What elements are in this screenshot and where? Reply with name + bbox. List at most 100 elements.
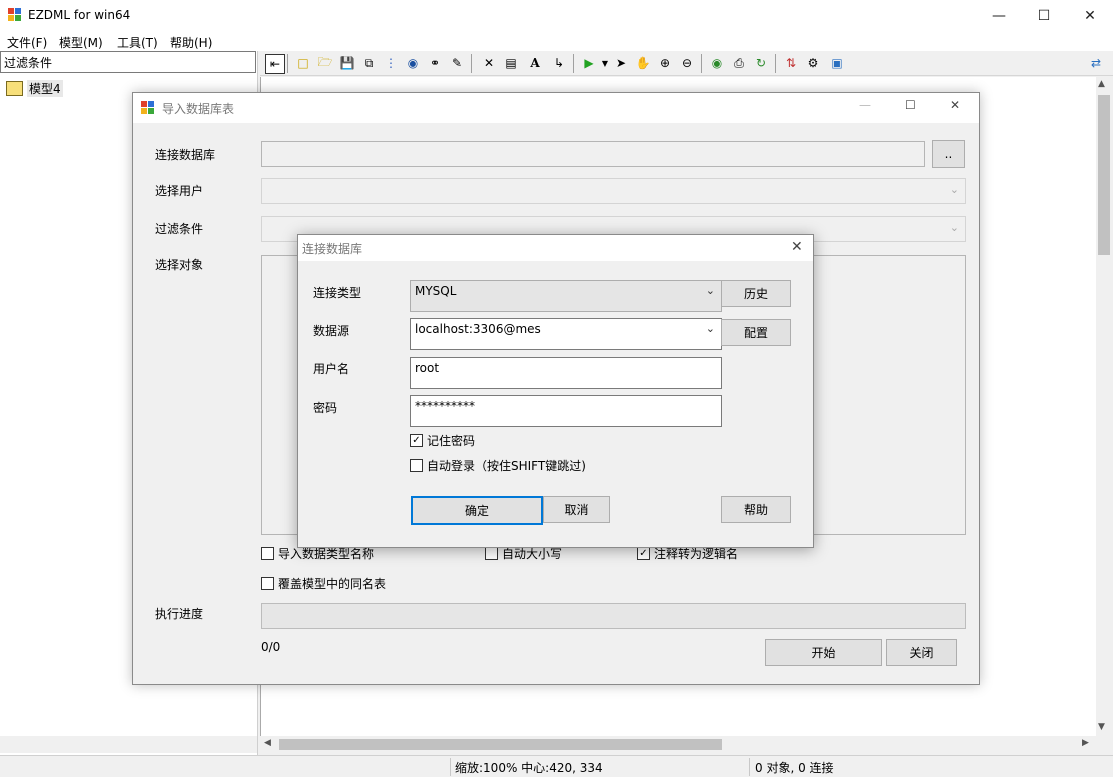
- chevron-down-icon: ⌄: [705, 284, 715, 297]
- horizontal-scroll-thumb[interactable]: [279, 739, 722, 750]
- conn-type-value: MYSQL: [415, 284, 457, 298]
- new-file-icon[interactable]: □: [294, 54, 312, 72]
- datasource-value: localhost:3306@mes: [415, 322, 541, 336]
- import-maximize-icon[interactable]: ☐: [905, 98, 916, 112]
- model-folder-icon: [6, 80, 23, 96]
- binoculars-icon[interactable]: ⚭: [426, 54, 444, 72]
- username-label: 用户名: [313, 362, 350, 376]
- auto-case-checkbox[interactable]: [485, 547, 498, 560]
- maximize-button[interactable]: ☐: [1021, 0, 1067, 31]
- scroll-down-icon[interactable]: ▼: [1098, 722, 1105, 732]
- panel-switch-icon[interactable]: ⇄: [1087, 54, 1105, 72]
- select-objects-label: 选择对象: [155, 258, 204, 272]
- menu-file[interactable]: 文件(F): [7, 34, 47, 51]
- password-label: 密码: [313, 401, 338, 415]
- connect-db-label: 连接数据库: [155, 148, 216, 162]
- browse-button[interactable]: ..: [932, 140, 965, 168]
- datasource-select[interactable]: localhost:3306@mes ⌄: [410, 318, 722, 350]
- preview-icon[interactable]: ◉: [708, 54, 726, 72]
- status-bar: 缩放:100% 中心:420, 334 0 对象, 0 连接: [0, 755, 1113, 777]
- menu-model[interactable]: 模型(M): [59, 34, 103, 51]
- config-button[interactable]: 配置: [721, 319, 791, 346]
- conn-type-select[interactable]: MYSQL ⌄: [410, 280, 722, 312]
- close-button[interactable]: 关闭: [886, 639, 957, 666]
- copy-icon[interactable]: ⧉: [360, 54, 378, 72]
- scroll-right-icon[interactable]: ▶: [1082, 738, 1089, 748]
- save-icon[interactable]: 💾: [338, 54, 356, 72]
- overwrite-option[interactable]: 覆盖模型中的同名表: [261, 575, 386, 592]
- select-user-label: 选择用户: [155, 184, 204, 198]
- cancel-button[interactable]: 取消: [543, 496, 610, 523]
- menu-bar: 文件(F) 模型(M) 工具(T) 帮助(H): [0, 31, 1113, 51]
- text-icon[interactable]: A: [526, 54, 544, 72]
- progress-count: 0/0: [261, 640, 281, 654]
- app-logo-icon: [8, 8, 22, 22]
- remember-password-option[interactable]: ✓ 记住密码: [410, 432, 475, 449]
- tree-filter-input[interactable]: 过滤条件: [0, 51, 256, 73]
- tree-item-label: 模型4: [27, 79, 63, 97]
- connect-dialog-title: 连接数据库: [302, 242, 363, 256]
- scroll-left-icon[interactable]: ◀: [264, 738, 271, 748]
- delete-icon[interactable]: ✕: [480, 54, 498, 72]
- tree-horizontal-scrollbar[interactable]: [0, 736, 257, 753]
- settings-icon[interactable]: ⚙: [804, 54, 822, 72]
- connect-db-field[interactable]: [261, 141, 925, 167]
- scroll-up-icon[interactable]: ▲: [1098, 79, 1105, 89]
- status-counts: 0 对象, 0 连接: [755, 761, 834, 775]
- minimize-button[interactable]: —: [976, 0, 1022, 31]
- conn-type-label: 连接类型: [313, 286, 362, 300]
- import-dialog-title: 导入数据库表: [162, 102, 235, 116]
- remember-password-label: 记住密码: [427, 434, 476, 448]
- zoom-in-icon[interactable]: ⊕: [656, 54, 674, 72]
- connect-close-icon[interactable]: ✕: [791, 239, 803, 255]
- history-button[interactable]: 历史: [721, 280, 791, 307]
- remember-password-checkbox[interactable]: ✓: [410, 434, 423, 447]
- vertical-scroll-thumb[interactable]: [1098, 95, 1110, 255]
- auto-login-checkbox[interactable]: [410, 459, 423, 472]
- username-input[interactable]: root: [410, 357, 722, 389]
- close-window-button[interactable]: ✕: [1067, 0, 1113, 31]
- import-minimize-icon[interactable]: —: [859, 98, 871, 112]
- main-toolbar: ⇤ □ 🗁 💾 ⧉ ⋮ ◉ ⚭ ✎ ✕ ▤ A ↳ ▶ ▼ ➤ ✋ ⊕ ⊖ ◉ …: [260, 51, 1113, 76]
- main-titlebar: EZDML for win64 — ☐ ✕: [0, 0, 1113, 31]
- sort-icon[interactable]: ⇅: [782, 54, 800, 72]
- connect-db-dialog: 连接数据库 ✕ 连接类型 MYSQL ⌄ 历史 数据源 localhost:33…: [297, 234, 814, 548]
- toggle-panel-icon[interactable]: ⇤: [265, 54, 285, 74]
- refresh-icon[interactable]: ↻: [752, 54, 770, 72]
- zoom-out-icon[interactable]: ⊖: [678, 54, 696, 72]
- password-input[interactable]: **********: [410, 395, 722, 427]
- tree-item-model[interactable]: 模型4: [6, 79, 63, 97]
- tree-structure-icon[interactable]: ⋮: [382, 54, 400, 72]
- import-dialog-titlebar: 导入数据库表 — ☐ ✕: [133, 93, 979, 123]
- hand-icon[interactable]: ✋: [634, 54, 652, 72]
- connect-dialog-titlebar: 连接数据库 ✕: [298, 235, 813, 261]
- link-icon[interactable]: ↳: [550, 54, 568, 72]
- window-title: EZDML for win64: [28, 8, 131, 22]
- table-icon[interactable]: ▤: [502, 54, 520, 72]
- start-button[interactable]: 开始: [765, 639, 882, 666]
- auto-login-label: 自动登录（按住SHIFT键跳过): [427, 459, 586, 473]
- open-folder-icon[interactable]: 🗁: [316, 54, 334, 72]
- dialog-logo-icon: [141, 101, 155, 115]
- print-icon[interactable]: ⎙: [730, 54, 748, 72]
- ok-button[interactable]: 确定: [411, 496, 543, 525]
- import-types-checkbox[interactable]: [261, 547, 274, 560]
- filter-label: 过滤条件: [155, 222, 204, 236]
- menu-tools[interactable]: 工具(T): [117, 34, 158, 51]
- pen-icon[interactable]: ✎: [448, 54, 466, 72]
- pointer-icon[interactable]: ➤: [612, 54, 630, 72]
- progress-bar: [261, 603, 966, 629]
- auto-login-option[interactable]: 自动登录（按住SHIFT键跳过): [410, 457, 586, 474]
- help-button[interactable]: 帮助: [721, 496, 791, 523]
- database-icon[interactable]: ◉: [404, 54, 422, 72]
- comment-logical-checkbox[interactable]: ✓: [637, 547, 650, 560]
- import-close-icon[interactable]: ✕: [950, 98, 960, 112]
- datasource-label: 数据源: [313, 324, 350, 338]
- fullscreen-icon[interactable]: ▣: [828, 54, 846, 72]
- menu-help[interactable]: 帮助(H): [170, 34, 212, 51]
- overwrite-label: 覆盖模型中的同名表: [278, 577, 387, 591]
- progress-label: 执行进度: [155, 607, 204, 621]
- select-user-combo[interactable]: ⌄: [261, 178, 966, 204]
- status-zoom: 缩放:100% 中心:420, 334: [455, 761, 603, 775]
- overwrite-checkbox[interactable]: [261, 577, 274, 590]
